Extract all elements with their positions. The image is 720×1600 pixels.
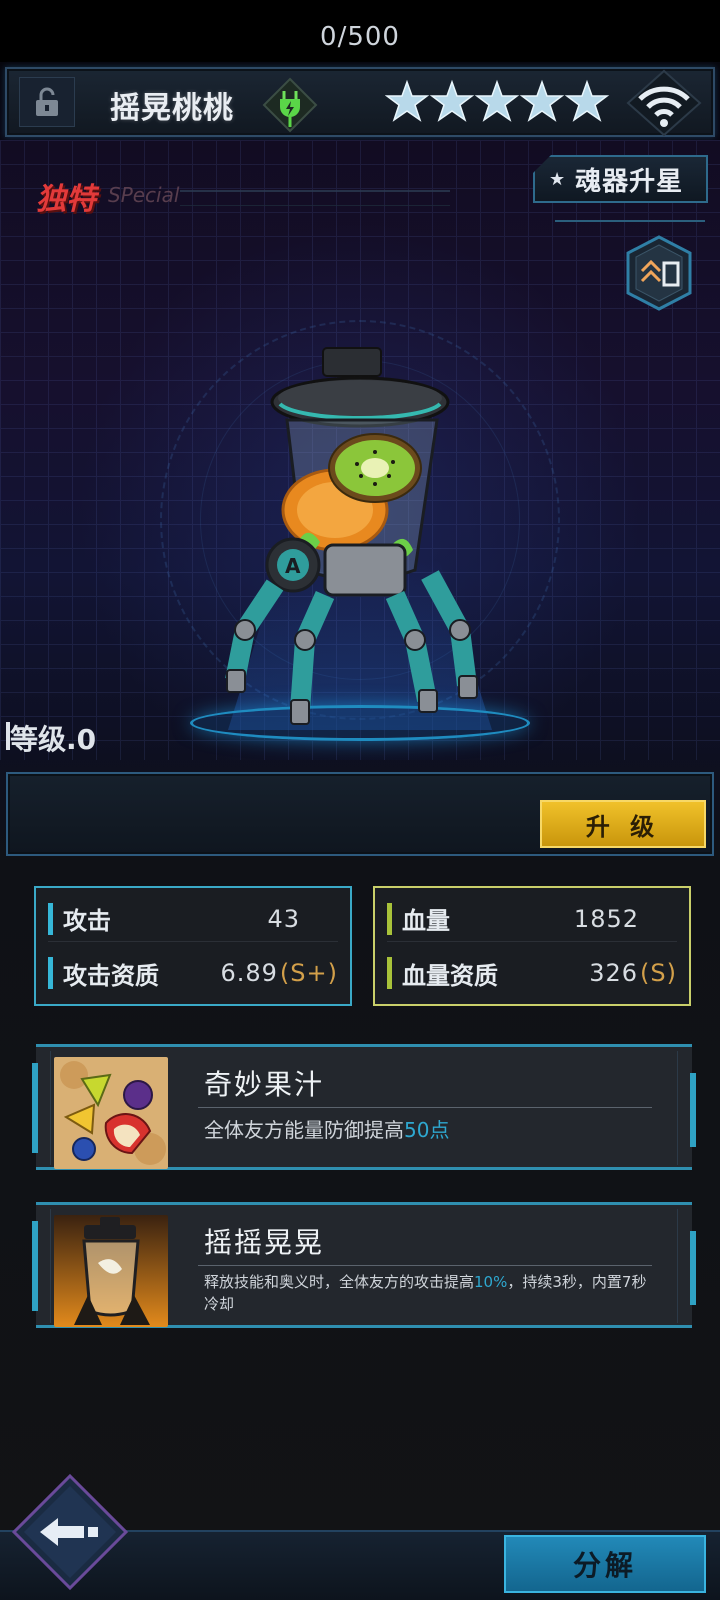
skill-desc-text: 全体友方能量防御提高 (204, 1118, 404, 1142)
attack-stat-row: 攻击 43 (48, 896, 338, 942)
skill-desc-highlight: 10% (474, 1273, 508, 1291)
stat-marker (48, 957, 53, 989)
unlocked-padlock-icon (36, 87, 58, 116)
attack-value: 43 (267, 904, 300, 933)
skill-title: 摇摇晃晃 (204, 1226, 325, 1259)
hp-stat-row: 血量 1852 (387, 896, 677, 942)
attack-quality-label: 攻击资质 (63, 961, 159, 990)
star-icon (385, 79, 430, 122)
star-icon (474, 79, 520, 122)
star-icon: ★ (549, 168, 566, 190)
skill-divider (198, 1265, 652, 1266)
skill-description: 全体友方能量防御提高50点 (204, 1115, 660, 1145)
attack-quality-value: 6.89(S+) (220, 959, 338, 987)
rank-up-shield-button[interactable] (624, 235, 694, 311)
item-name: 摇晃桃桃 (110, 91, 234, 126)
lock-toggle[interactable] (19, 77, 75, 127)
exp-progress-text: 0/500 (320, 22, 400, 52)
hp-stats-panel: 血量 1852 血量资质 326(S) (373, 886, 691, 1006)
skill-desc-highlight: 50点 (404, 1118, 450, 1142)
card-edge (32, 1063, 38, 1153)
level-label: 等级.0 (5, 718, 96, 758)
hp-quality-number: 326 (589, 959, 639, 987)
rarity-label: 独特 (36, 182, 96, 217)
attack-quality-number: 6.89 (220, 959, 278, 987)
attack-quality-grade: (S+) (279, 959, 338, 987)
skill-desc-text: 释放技能和奥义时，全体友方的攻击提高 (204, 1273, 475, 1291)
shaking-jar-skill-icon (54, 1215, 168, 1327)
card-edge (32, 1221, 38, 1311)
rarity-english-label: SPecial (108, 183, 180, 207)
connection-signal-icon (626, 69, 702, 137)
attack-quality-row: 攻击资质 6.89(S+) (48, 950, 338, 996)
star-rating (385, 79, 610, 122)
stat-marker (387, 902, 392, 935)
item-header-bar: 摇晃桃桃 (5, 67, 715, 137)
skill-card[interactable]: 摇摇晃晃 释放技能和奥义时，全体友方的攻击提高10%，持续3秒，内置7秒冷却 (32, 1202, 696, 1328)
soul-star-up-label: 魂器升星 (575, 166, 684, 197)
card-edge (690, 1231, 696, 1305)
hp-quality-grade: (S) (640, 959, 677, 987)
energy-plug-element-icon (262, 77, 318, 133)
star-icon (429, 79, 475, 122)
decorative-line (180, 190, 450, 206)
upgrade-button[interactable]: 升 级 (540, 800, 706, 848)
fruit-juice-skill-icon (54, 1057, 168, 1169)
soul-star-up-button[interactable]: ★ 魂器升星 (533, 155, 708, 203)
skill-divider (198, 1107, 652, 1108)
stat-marker (48, 902, 53, 935)
star-icon (519, 79, 565, 122)
svg-text:A: A (285, 554, 301, 578)
character-showcase: 独特 SPecial ★ 魂器升星 A 等级.0 (0, 140, 720, 760)
hp-label: 血量 (402, 907, 450, 935)
stat-marker (387, 957, 392, 989)
skill-card[interactable]: 奇妙果汁 全体友方能量防御提高50点 (32, 1044, 696, 1170)
decorative-underline (555, 220, 705, 226)
star-icon (564, 79, 610, 122)
hp-quality-row: 血量资质 326(S) (387, 950, 677, 996)
skill-description: 释放技能和奥义时，全体友方的攻击提高10%，持续3秒，内置7秒冷却 (204, 1271, 660, 1315)
hp-quality-value: 326(S) (589, 959, 677, 987)
kiwi-juice-robot-character: A (225, 347, 478, 725)
back-button[interactable] (10, 1472, 130, 1592)
hp-value: 1852 (573, 904, 639, 933)
attack-stats-panel: 攻击 43 攻击资质 6.89(S+) (34, 886, 352, 1006)
hp-quality-label: 血量资质 (402, 961, 498, 990)
decompose-button[interactable]: 分解 (504, 1535, 706, 1593)
card-edge (690, 1073, 696, 1147)
attack-label: 攻击 (63, 907, 111, 935)
skill-title: 奇妙果汁 (204, 1068, 325, 1101)
soul-item-detail-screen: 摇晃桃桃 独特 SPecial ★ 魂器升星 A 等级.0 0/500 升 级 … (0, 0, 720, 1600)
